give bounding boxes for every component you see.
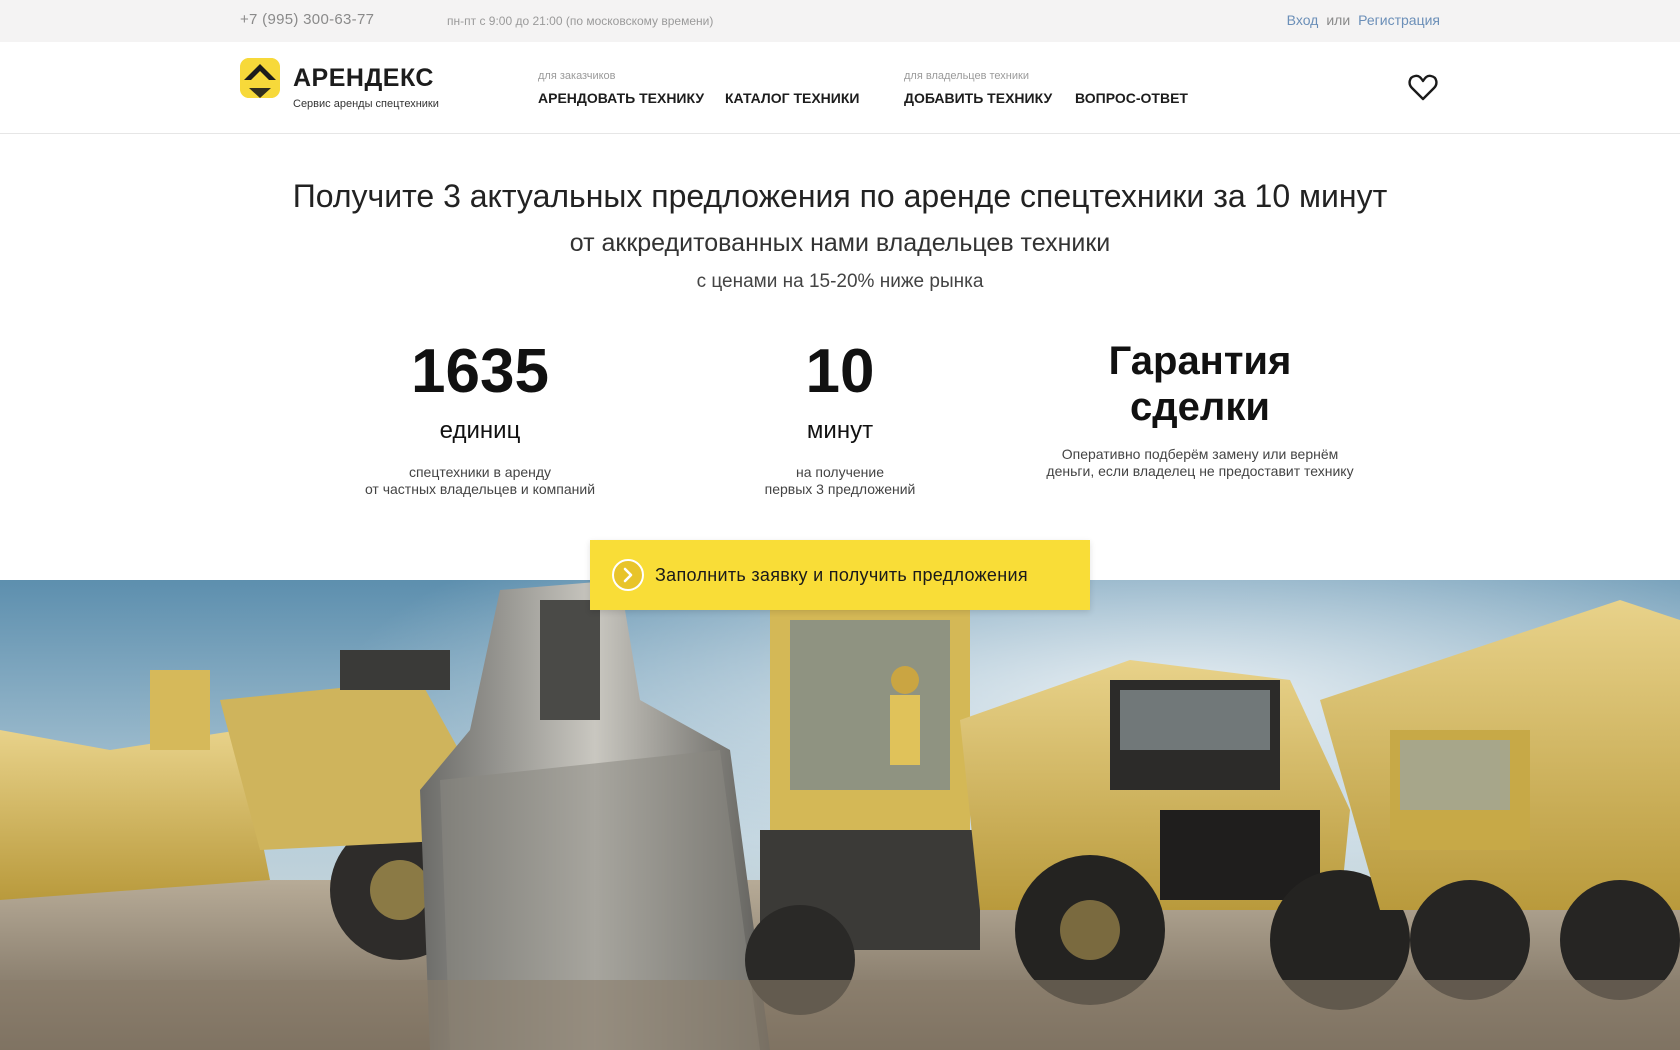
heart-icon[interactable]	[1408, 73, 1438, 101]
stat-desc-line: Оперативно подберём замену или вернём	[1061, 446, 1339, 462]
stat-value: 1635	[411, 337, 549, 406]
hero-subtitle: от аккредитованных нами владельцев техни…	[569, 229, 1111, 257]
stat-description: спецтехники в аренду от частных владельц…	[290, 464, 670, 498]
nav-faq[interactable]: ВОПРОС-ОТВЕТ	[1075, 90, 1188, 106]
stat-units: 1635 единиц спецтехники в аренду от част…	[290, 330, 670, 498]
stat-desc-line: от частных владельцев и компаний	[364, 481, 596, 497]
stat-value: 10	[805, 337, 875, 406]
stat-guarantee: Гарантия сделки Оперативно подберём заме…	[1010, 330, 1390, 480]
phone-number[interactable]: +7 (995) 300-63-77	[240, 11, 374, 28]
logo-tagline: Сервис аренды спецтехники	[293, 98, 439, 110]
nav-rent-equipment[interactable]: АРЕНДОВАТЬ ТЕХНИКУ	[538, 90, 704, 106]
nav-add-equipment[interactable]: ДОБАВИТЬ ТЕХНИКУ	[904, 90, 1052, 106]
guarantee-line: Гарантия	[1108, 339, 1292, 383]
hero-photo-construction-machinery	[0, 580, 1680, 1050]
stat-unit: минут	[806, 417, 874, 444]
stat-desc-line: деньги, если владелец не предоставит тех…	[1046, 463, 1354, 479]
or-separator: или	[1326, 12, 1351, 28]
stat-guarantee-title: Гарантия сделки	[1010, 330, 1390, 430]
chevron-right-icon	[612, 559, 644, 591]
nav-caption-customers: для заказчиков	[538, 70, 616, 82]
login-link[interactable]: Вход	[1287, 12, 1319, 28]
hero-note: с ценами на 15-20% ниже рынка	[696, 271, 984, 292]
request-offers-button[interactable]: Заполнить заявку и получить предложения	[590, 540, 1090, 610]
stat-desc-line: на получение	[795, 464, 885, 480]
stat-desc-line: спецтехники в аренду	[408, 464, 552, 480]
register-link[interactable]: Регистрация	[1358, 12, 1440, 28]
logo-mark-icon	[240, 58, 280, 98]
logo-name: АРЕНДЕКС	[293, 64, 434, 92]
nav-caption-owners: для владельцев техники	[904, 70, 1029, 82]
nav-catalog[interactable]: КАТАЛОГ ТЕХНИКИ	[725, 90, 859, 106]
top-bar: +7 (995) 300-63-77 пн-пт с 9:00 до 21:00…	[0, 0, 1680, 42]
auth-links: Вход или Регистрация	[1287, 12, 1440, 28]
stat-description: Оперативно подберём замену или вернём де…	[1010, 446, 1390, 480]
stat-minutes: 10 минут на получение первых 3 предложен…	[650, 330, 1030, 498]
request-offers-label: Заполнить заявку и получить предложения	[655, 565, 1028, 585]
guarantee-line: сделки	[1130, 385, 1270, 429]
hero-title: Получите 3 актуальных предложения по аре…	[292, 178, 1388, 214]
stat-description: на получение первых 3 предложений	[650, 464, 1030, 498]
stat-desc-line: первых 3 предложений	[764, 481, 916, 497]
logo[interactable]: АРЕНДЕКС Сервис аренды спецтехники	[240, 58, 450, 114]
working-hours: пн-пт с 9:00 до 21:00 (по московскому вр…	[447, 14, 714, 28]
stat-unit: единиц	[439, 417, 521, 444]
